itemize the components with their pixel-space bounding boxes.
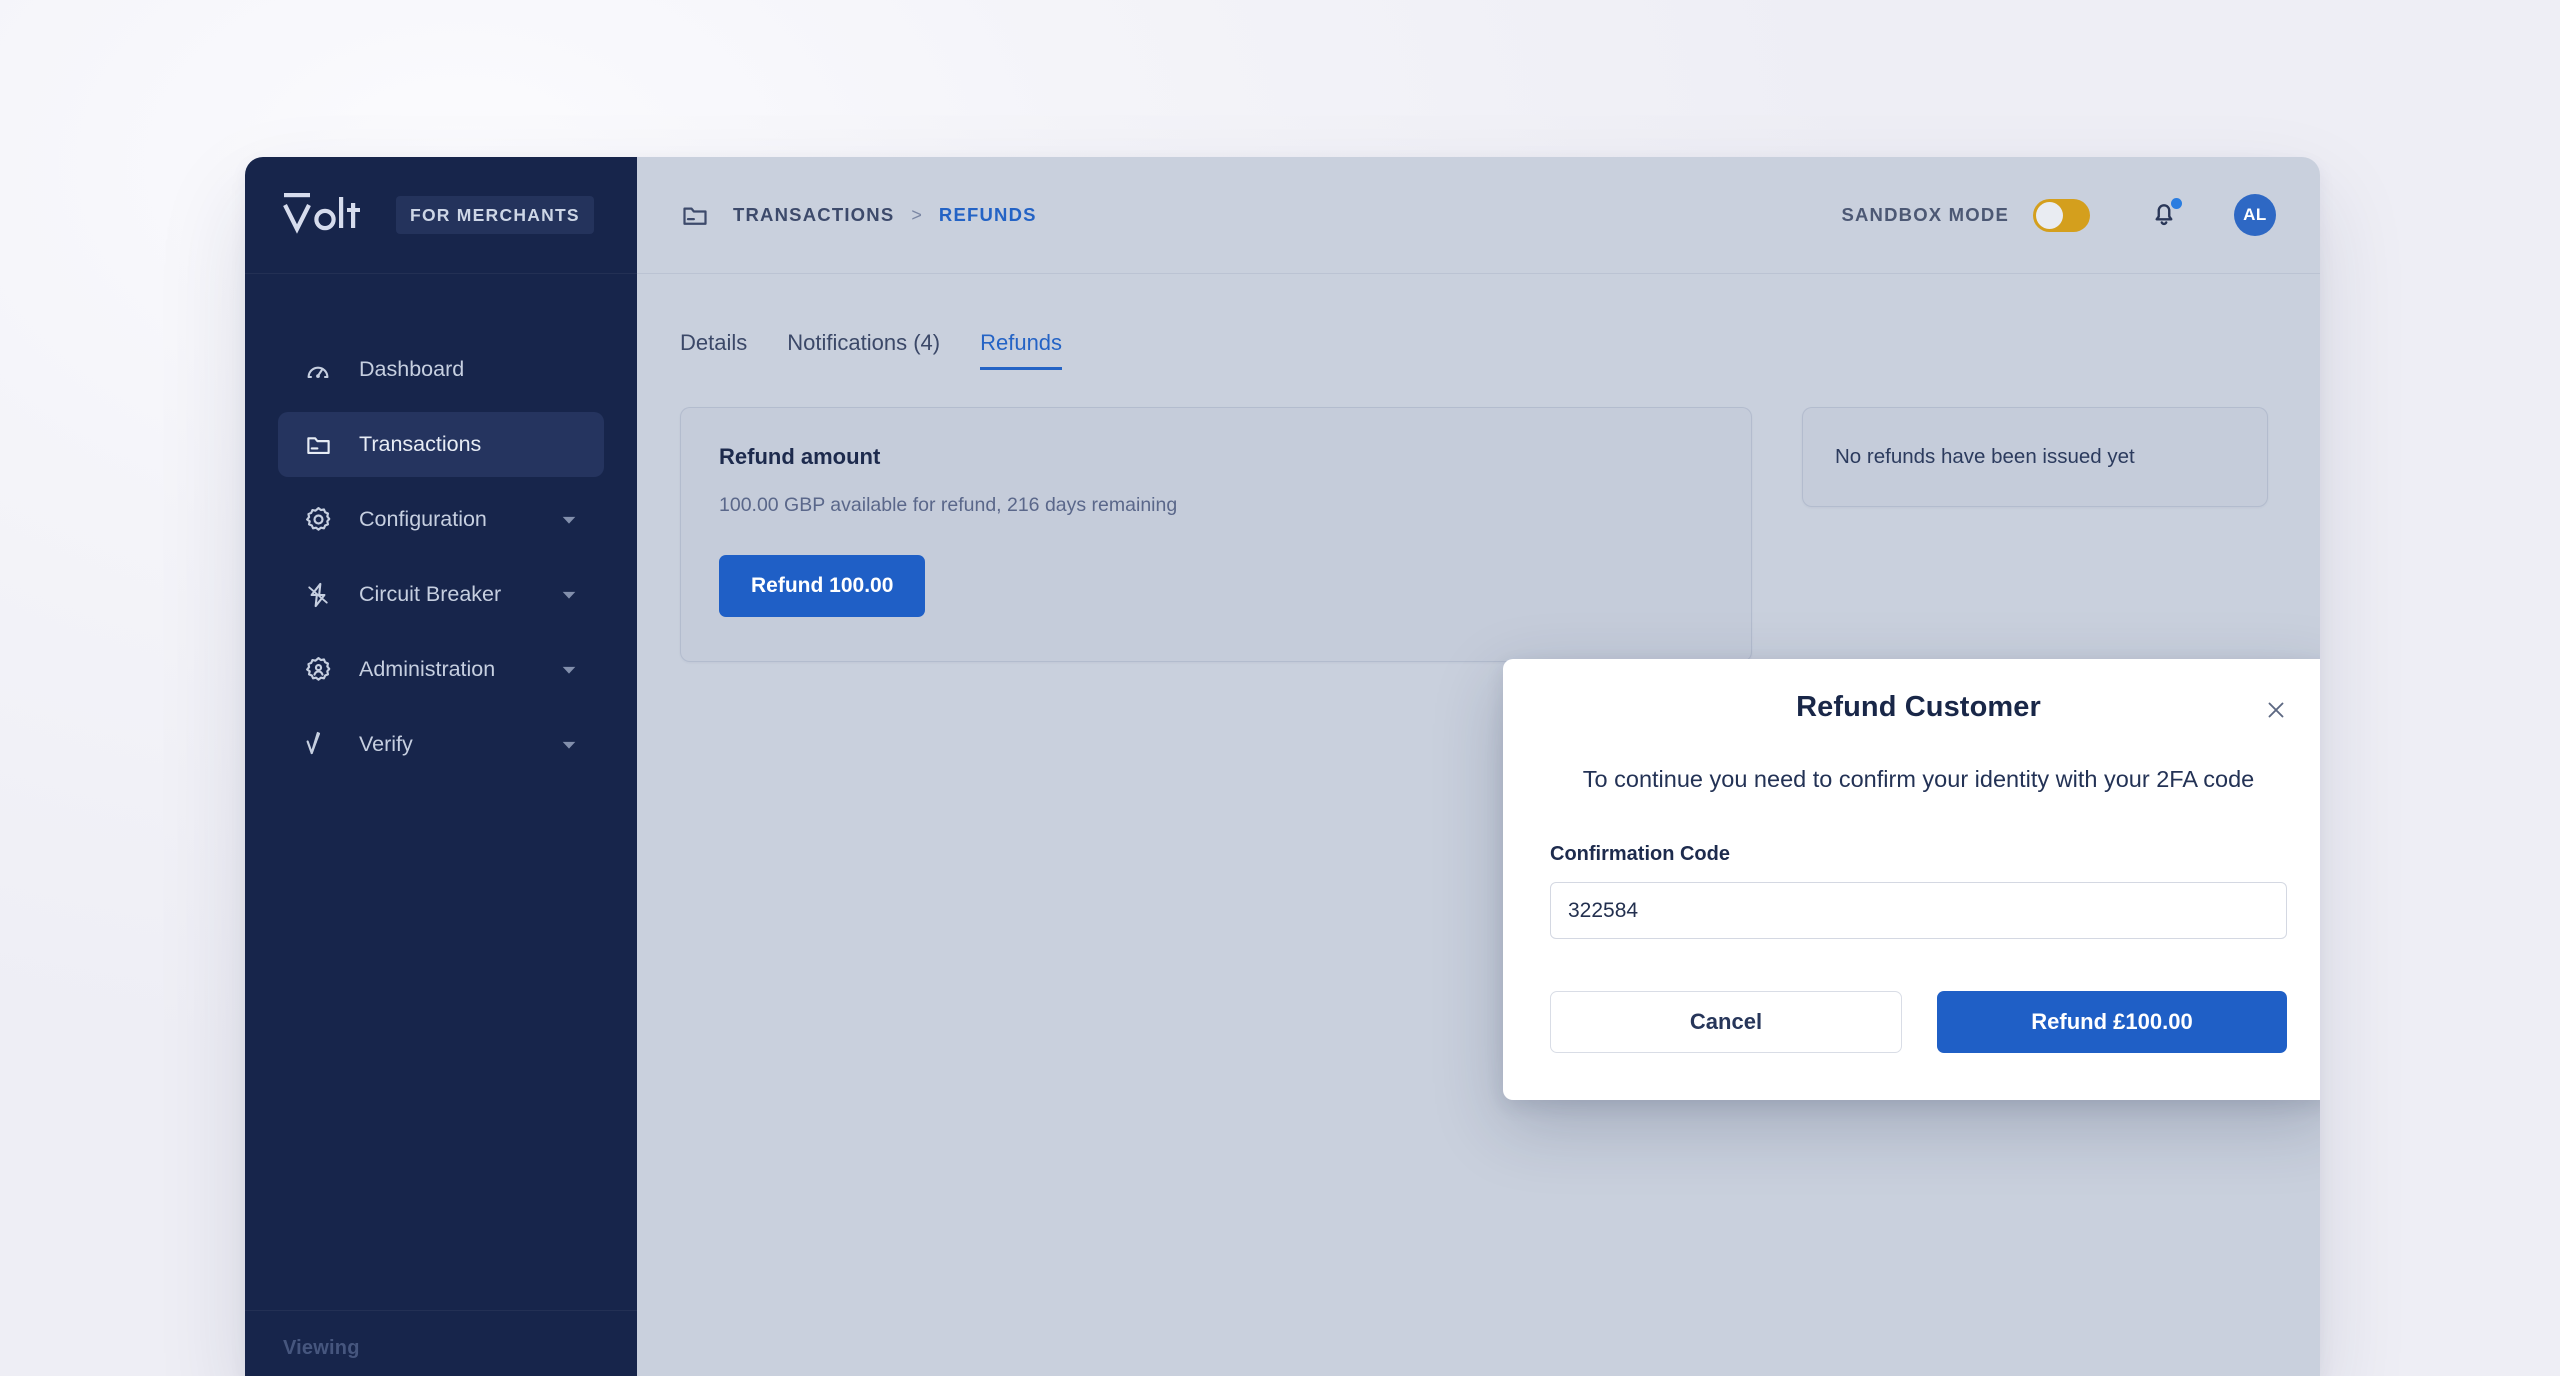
sidebar-footer: Viewing xyxy=(245,1310,637,1376)
chevron-down-icon[interactable] xyxy=(558,509,580,531)
avatar[interactable]: AL xyxy=(2234,194,2276,236)
sidebar: FOR MERCHANTS Dashboard Transactions Con… xyxy=(245,157,637,1376)
gauge-icon xyxy=(303,355,333,385)
folder-icon xyxy=(680,200,710,230)
refund-customer-modal: Refund Customer To continue you need to … xyxy=(1503,659,2320,1100)
sidebar-item-label: Administration xyxy=(359,657,496,681)
modal-description: To continue you need to confirm your ide… xyxy=(1582,766,2255,792)
volt-logo[interactable] xyxy=(283,193,363,237)
refund-amount-card: Refund amount 100.00 GBP available for r… xyxy=(680,407,1752,662)
confirm-refund-button[interactable]: Refund £100.00 xyxy=(1937,991,2287,1053)
sidebar-header: FOR MERCHANTS xyxy=(245,157,637,274)
sandbox-mode-toggle[interactable] xyxy=(2033,198,2090,232)
for-merchants-badge: FOR MERCHANTS xyxy=(396,196,594,234)
gear-user-icon xyxy=(303,655,333,685)
sidebar-item-verify[interactable]: Verify xyxy=(278,712,604,777)
chevron-down-icon[interactable] xyxy=(558,584,580,606)
tab-notifications[interactable]: Notifications (4) xyxy=(787,330,940,370)
modal-actions: Cancel Refund £100.00 xyxy=(1550,991,2287,1053)
sidebar-item-circuit-breaker[interactable]: Circuit Breaker xyxy=(278,562,604,627)
sidebar-item-administration[interactable]: Administration xyxy=(278,637,604,702)
topbar-controls: SANDBOX MODE AL xyxy=(1841,194,2276,236)
main-area: TRANSACTIONS > REFUNDS SANDBOX MODE AL D… xyxy=(637,157,2320,1376)
modal-title: Refund Customer xyxy=(1796,690,2041,723)
refunds-empty-message: No refunds have been issued yet xyxy=(1835,445,2135,468)
chevron-down-icon[interactable] xyxy=(558,659,580,681)
breadcrumb: TRANSACTIONS > REFUNDS xyxy=(680,200,1037,230)
folder-icon xyxy=(303,430,333,460)
toggle-knob xyxy=(2036,201,2063,229)
sidebar-item-label: Verify xyxy=(359,732,413,756)
refund-amount-title: Refund amount xyxy=(719,444,881,469)
gear-icon xyxy=(303,505,333,535)
topbar: TRANSACTIONS > REFUNDS SANDBOX MODE AL xyxy=(637,157,2320,274)
sidebar-nav: Dashboard Transactions Configuration Cir… xyxy=(245,274,637,777)
modal-header: Refund Customer xyxy=(1550,659,2287,755)
notifications-button[interactable] xyxy=(2145,196,2183,234)
sandbox-mode-label: SANDBOX MODE xyxy=(1841,204,2009,225)
app-window: FOR MERCHANTS Dashboard Transactions Con… xyxy=(245,157,2320,1376)
breadcrumb-transactions[interactable]: TRANSACTIONS xyxy=(733,204,894,226)
refund-amount-button[interactable]: Refund 100.00 xyxy=(719,555,926,617)
cancel-button[interactable]: Cancel xyxy=(1550,991,1902,1053)
confirmation-code-input[interactable] xyxy=(1550,882,2287,939)
refunds-list-card: No refunds have been issued yet xyxy=(1802,407,2268,507)
check-badge-icon xyxy=(303,730,333,760)
breadcrumb-separator: > xyxy=(911,204,922,225)
refund-availability-text: 100.00 GBP available for refund, 216 day… xyxy=(719,494,1178,516)
chevron-down-icon[interactable] xyxy=(558,734,580,756)
confirmation-code-label: Confirmation Code xyxy=(1550,843,1730,865)
sidebar-item-transactions[interactable]: Transactions xyxy=(278,412,604,477)
tab-bar: Details Notifications (4) Refunds xyxy=(637,274,2320,370)
sidebar-item-configuration[interactable]: Configuration xyxy=(278,487,604,552)
breadcrumb-refunds[interactable]: REFUNDS xyxy=(939,204,1037,226)
sidebar-item-label: Configuration xyxy=(359,507,487,531)
sidebar-item-dashboard[interactable]: Dashboard xyxy=(278,337,604,402)
close-icon[interactable] xyxy=(2258,692,2294,728)
sidebar-item-label: Circuit Breaker xyxy=(359,582,502,606)
tab-details[interactable]: Details xyxy=(680,330,747,370)
sidebar-footer-label: Viewing xyxy=(283,1337,360,1359)
tab-refunds[interactable]: Refunds xyxy=(980,330,1063,370)
sidebar-item-label: Dashboard xyxy=(359,357,465,381)
lightning-bolt-icon xyxy=(303,580,333,610)
sidebar-item-label: Transactions xyxy=(359,432,482,456)
notification-dot xyxy=(2171,198,2182,209)
